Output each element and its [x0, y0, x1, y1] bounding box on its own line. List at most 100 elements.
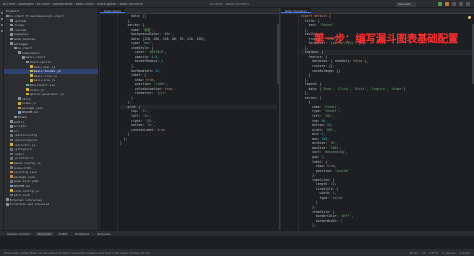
structure-tool-icon[interactable]: [1, 24, 3, 26]
status-message[interactable]: Externally added files can be added to G…: [4, 251, 409, 255]
search-icon[interactable]: [459, 1, 463, 6]
folder-icon: [10, 124, 13, 128]
indent-setting[interactable]: 2 spaces: [442, 251, 455, 255]
bottom-tab[interactable]: TODO: [57, 232, 70, 236]
tree-item-label: public: [13, 119, 25, 124]
code-token: ,: [149, 114, 152, 119]
stop-icon[interactable]: [452, 1, 456, 6]
editor-right-code[interactable]: export default { title: { text: 'Funnel'…: [301, 14, 474, 230]
caret-position[interactable]: 42:34: [409, 251, 418, 255]
tree-item-label: yarn.lock: [13, 193, 30, 198]
project-tree: bi-chart E:\workspace\bi-chart .github .hu…: [4, 14, 98, 207]
code-token: ,: [153, 118, 156, 123]
vcs-branch[interactable]: master: [459, 251, 470, 255]
tree-item-label: .github: [13, 18, 27, 23]
tree-item-label: basic-funnel.js: [33, 69, 61, 74]
code-line[interactable]: },: [301, 223, 474, 228]
editor-tab-basic-funnel[interactable]: basic-funnel.js: [281, 8, 311, 13]
breadcrumb[interactable]: bi-chart › packages › bi-chart › compone…: [3, 2, 143, 6]
code-token: ,: [334, 127, 337, 132]
code-token: ,: [338, 109, 341, 114]
code-token: ,: [338, 104, 341, 109]
js-file-icon: [30, 65, 33, 68]
code-token: maxSize:: [301, 145, 329, 150]
code-token: legend: {: [301, 82, 322, 87]
code-token: left:: [301, 114, 324, 119]
run-config-select[interactable]: dev:web: [396, 1, 416, 7]
md-file-icon: [10, 184, 13, 188]
file-file-icon: [10, 152, 13, 156]
js-file-icon: [10, 143, 13, 146]
code-token: bottom:: [120, 123, 147, 128]
code-token: ,: [159, 68, 161, 73]
editor-left-scrollbar[interactable]: [277, 14, 279, 230]
tree-item-label: basic-line.js: [33, 73, 58, 78]
commit-tool-icon[interactable]: [1, 18, 3, 20]
code-token: position:: [301, 168, 335, 173]
code-token: 1: [340, 218, 342, 223]
code-token: ,: [172, 86, 175, 91]
bottom-tab[interactable]: Version Control: [5, 232, 32, 236]
code-token: data: []: [120, 14, 147, 18]
tree-item-label: .npmrc: [13, 151, 25, 156]
tree-item-label: option-generator.js: [29, 92, 64, 97]
editor-left-gutter: [100, 14, 118, 230]
settings-icon[interactable]: [466, 1, 470, 6]
folder-icon: [10, 28, 13, 32]
code-token: },: [362, 59, 369, 64]
js-file-icon: [10, 189, 13, 192]
code-token: }: [120, 95, 134, 100]
code-token: ,: [147, 109, 150, 114]
code-token: color:: [120, 50, 148, 55]
project-tool-icon[interactable]: [1, 12, 3, 14]
folder-icon: [22, 56, 25, 59]
bottom-tab[interactable]: Terminal: [35, 231, 53, 236]
bottom-tab[interactable]: Problems: [73, 232, 91, 236]
code-token: borderWidth:: [301, 218, 341, 223]
code-token: ,: [351, 214, 354, 219]
editor-tab-basic-bar[interactable]: basic-bar.js: [100, 8, 125, 13]
tree-item-label: .gitignore: [13, 147, 32, 152]
bookmarks-tool-icon[interactable]: [1, 30, 3, 32]
code-token: ]: [403, 86, 406, 91]
code-token: '100%': [328, 145, 341, 150]
editor-left-code[interactable]: data: [] }, series: { name: '销量', backgr…: [120, 14, 279, 230]
code-token: ,: [327, 136, 329, 141]
code-token: width:: [301, 191, 333, 196]
tree-folder[interactable]: Scratches and Consoles: [4, 202, 98, 207]
js-file-icon: [30, 74, 33, 78]
code-token: top:: [120, 109, 141, 114]
code-token: label: {: [120, 73, 147, 78]
bottom-tab[interactable]: Services: [95, 232, 112, 236]
tree-item-label: index.js: [21, 101, 37, 106]
code-token: 'descending': [323, 150, 346, 155]
code-token: borderColor:: [301, 214, 341, 219]
code-token: series: {: [120, 23, 145, 28]
code-token: ,: [325, 118, 328, 123]
code-token: export default: [301, 14, 329, 18]
inspection-warning-icon[interactable]: [468, 16, 471, 19]
code-token: }: [120, 132, 130, 137]
code-token: formatter:: [120, 91, 156, 96]
code-token: {: [328, 14, 331, 18]
run-icon[interactable]: [438, 1, 442, 6]
code-token: saveAsImage: {}: [301, 68, 341, 73]
file-file-icon: [10, 166, 13, 169]
code-token: length:: [301, 182, 331, 187]
line-separator[interactable]: LF: [422, 251, 425, 255]
code-token: feature: {: [301, 54, 328, 59]
debug-icon[interactable]: [445, 1, 449, 6]
tree-item-label: External Libraries: [9, 197, 43, 202]
file-encoding[interactable]: UTF-8: [429, 251, 438, 255]
tree-item-label: theme: [17, 115, 27, 120]
code-token: bottom:: [301, 123, 328, 128]
terminal-panel[interactable]: [0, 236, 474, 248]
code-line[interactable]: }: [120, 141, 279, 146]
file-file-icon: [10, 138, 13, 142]
code-token: '13%': [144, 118, 154, 123]
code-token: top:: [301, 118, 322, 123]
code-token: data: [: [301, 86, 322, 91]
code-token: '3%': [140, 109, 148, 114]
code-token: ,: [334, 191, 337, 196]
code-token: true: [157, 127, 165, 132]
